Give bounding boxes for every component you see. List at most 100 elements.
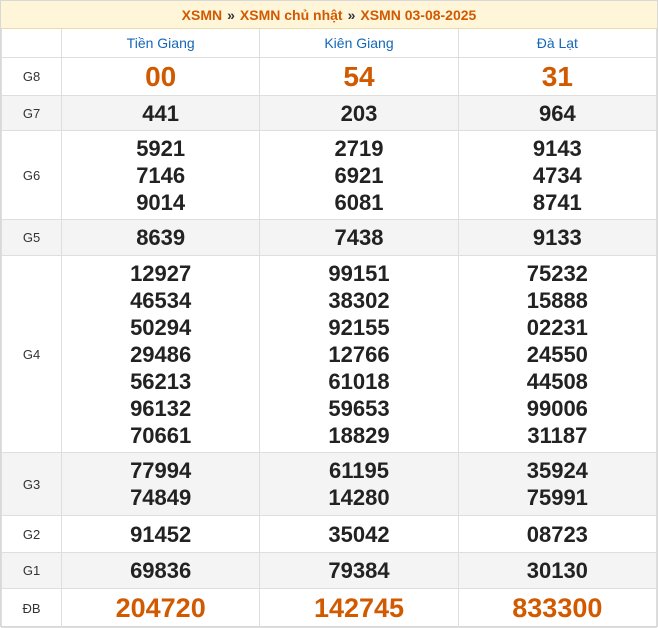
lottery-number: 12927 xyxy=(130,260,192,286)
prize-cell: 75232 15888 02231 24550 44508 99006 31187 xyxy=(457,255,658,453)
prize-cell: 99151 38302 92155 12766 61018 59653 18829 xyxy=(259,255,459,453)
prize-cell: 12927 46534 50294 29486 56213 96132 70661 xyxy=(60,255,261,453)
results-table: Tiền Giang Kiên Giang Đà Lạt G8 00 54 31 G7 4… xyxy=(1,29,658,628)
lottery-number: 38302 xyxy=(328,287,390,313)
prize-cell: 69836 xyxy=(60,552,261,589)
breadcrumb-separator: » xyxy=(347,6,356,23)
lottery-number: 142745 xyxy=(313,592,405,623)
lottery-number: 61195 xyxy=(329,458,389,483)
lottery-number: 44508 xyxy=(526,368,588,394)
prize-cell: 31 xyxy=(457,57,658,96)
prize-cell: 00 xyxy=(60,57,261,96)
lottery-number: 75991 xyxy=(526,485,588,510)
prize-cell: 203 xyxy=(259,95,459,131)
lottery-number: 50294 xyxy=(130,314,192,340)
lottery-number: 74849 xyxy=(130,485,192,510)
prize-cell: 08723 xyxy=(457,515,658,553)
lottery-number: 75232 xyxy=(526,260,588,286)
province-header[interactable]: Kiên Giang xyxy=(259,29,459,58)
lottery-number: 70661 xyxy=(130,422,192,448)
breadcrumb: XSMN » XSMN chủ nhật » XSMN 03-08-2025 xyxy=(1,1,657,29)
lottery-number: 8741 xyxy=(532,189,582,215)
lottery-number: 31 xyxy=(541,61,573,92)
lottery-number: 79384 xyxy=(328,558,390,583)
prize-cell: 964 xyxy=(457,95,658,131)
lottery-number: 99006 xyxy=(526,395,588,421)
lottery-number: 4734 xyxy=(532,162,582,188)
prize-rows: G8 00 54 31 G7 441 203 964 G6 5921 7146 9014 2719 692… xyxy=(1,57,658,628)
lottery-number: 46534 xyxy=(130,287,192,313)
prize-cell: 833300 xyxy=(457,588,658,628)
prize-row: G3 77994 74849 61195 14280 35924 75991 xyxy=(1,452,658,516)
prize-cell: 441 xyxy=(60,95,261,131)
lottery-number: 00 xyxy=(145,61,177,92)
prize-row: G5 8639 7438 9133 xyxy=(1,219,658,256)
lottery-number: 18829 xyxy=(328,422,390,448)
province-header-row: Tiền Giang Kiên Giang Đà Lạt xyxy=(1,29,658,58)
prize-cell: 35924 75991 xyxy=(457,452,658,516)
lottery-number: 9133 xyxy=(532,225,582,250)
breadcrumb-separator: » xyxy=(227,6,235,23)
prize-row: G6 5921 7146 9014 2719 6921 6081 9143 4734 8741 xyxy=(1,130,658,220)
prize-cell: 9133 xyxy=(457,219,658,256)
lottery-number: 6921 xyxy=(334,162,384,188)
lottery-number: 833300 xyxy=(512,592,603,623)
lottery-number: 54 xyxy=(343,61,375,92)
prize-cell: 8639 xyxy=(60,219,261,256)
prize-cell: 77994 74849 xyxy=(60,452,261,516)
breadcrumb-link-xsmn-sunday[interactable]: XSMN chủ nhật xyxy=(240,7,343,23)
lottery-number: 96132 xyxy=(130,395,192,421)
prize-row: ĐB 204720 142745 833300 xyxy=(1,588,658,628)
prize-cell: 35042 xyxy=(259,515,459,553)
prize-label: G1 xyxy=(1,552,62,589)
prize-cell: 5921 7146 9014 xyxy=(60,130,261,220)
prize-label: G4 xyxy=(1,255,62,453)
lottery-number: 203 xyxy=(340,100,378,126)
lottery-number: 30130 xyxy=(526,558,588,583)
prize-cell: 79384 xyxy=(259,552,459,589)
prize-cell: 7438 xyxy=(259,219,459,256)
lottery-number: 31187 xyxy=(527,422,588,448)
lottery-number: 204720 xyxy=(115,592,206,623)
prize-cell: 30130 xyxy=(457,552,658,589)
lottery-number: 964 xyxy=(538,100,576,126)
prize-label: G8 xyxy=(1,57,62,96)
lottery-number: 69836 xyxy=(130,558,192,583)
prize-label: G2 xyxy=(1,515,62,553)
prize-row: G4 12927 46534 50294 29486 56213 96132 70661 991… xyxy=(1,255,658,453)
prize-cell: 9143 4734 8741 xyxy=(457,130,658,220)
province-header[interactable]: Tiền Giang xyxy=(60,29,261,58)
lottery-number: 59653 xyxy=(328,395,390,421)
lottery-number: 29486 xyxy=(130,341,192,367)
province-header[interactable]: Đà Lạt xyxy=(457,29,658,58)
lottery-number: 9143 xyxy=(532,135,582,161)
lottery-number: 14280 xyxy=(328,485,390,510)
lottery-number: 8639 xyxy=(136,225,186,250)
lottery-number: 7146 xyxy=(136,162,186,188)
lottery-number: 35042 xyxy=(328,521,390,547)
breadcrumb-link-xsmn-date[interactable]: XSMN 03-08-2025 xyxy=(360,7,476,23)
lottery-number: 7438 xyxy=(334,225,384,250)
prize-row: G2 91452 35042 08723 xyxy=(1,515,658,553)
lottery-number: 15888 xyxy=(526,287,588,313)
lottery-number: 24550 xyxy=(526,341,588,367)
prize-cell: 2719 6921 6081 xyxy=(259,130,459,220)
lottery-number: 99151 xyxy=(328,260,390,286)
lottery-number: 91452 xyxy=(130,521,192,547)
prize-row: G1 69836 79384 30130 xyxy=(1,552,658,589)
lottery-number: 5921 xyxy=(136,135,186,161)
lottery-number: 9014 xyxy=(136,189,186,215)
lottery-number: 02231 xyxy=(526,314,588,340)
prize-row: G8 00 54 31 xyxy=(1,57,658,96)
lottery-number: 77994 xyxy=(130,458,192,483)
prize-label: G7 xyxy=(1,95,62,131)
prize-label: G5 xyxy=(1,219,62,256)
lottery-number: 2719 xyxy=(334,135,384,161)
lottery-number: 61018 xyxy=(328,368,390,394)
lottery-number: 12766 xyxy=(328,341,390,367)
prize-cell: 204720 xyxy=(60,588,261,628)
prize-label: G6 xyxy=(1,130,62,220)
lottery-number: 56213 xyxy=(130,368,192,394)
breadcrumb-link-xsmn[interactable]: XSMN xyxy=(182,7,222,23)
prize-cell: 54 xyxy=(259,57,459,96)
